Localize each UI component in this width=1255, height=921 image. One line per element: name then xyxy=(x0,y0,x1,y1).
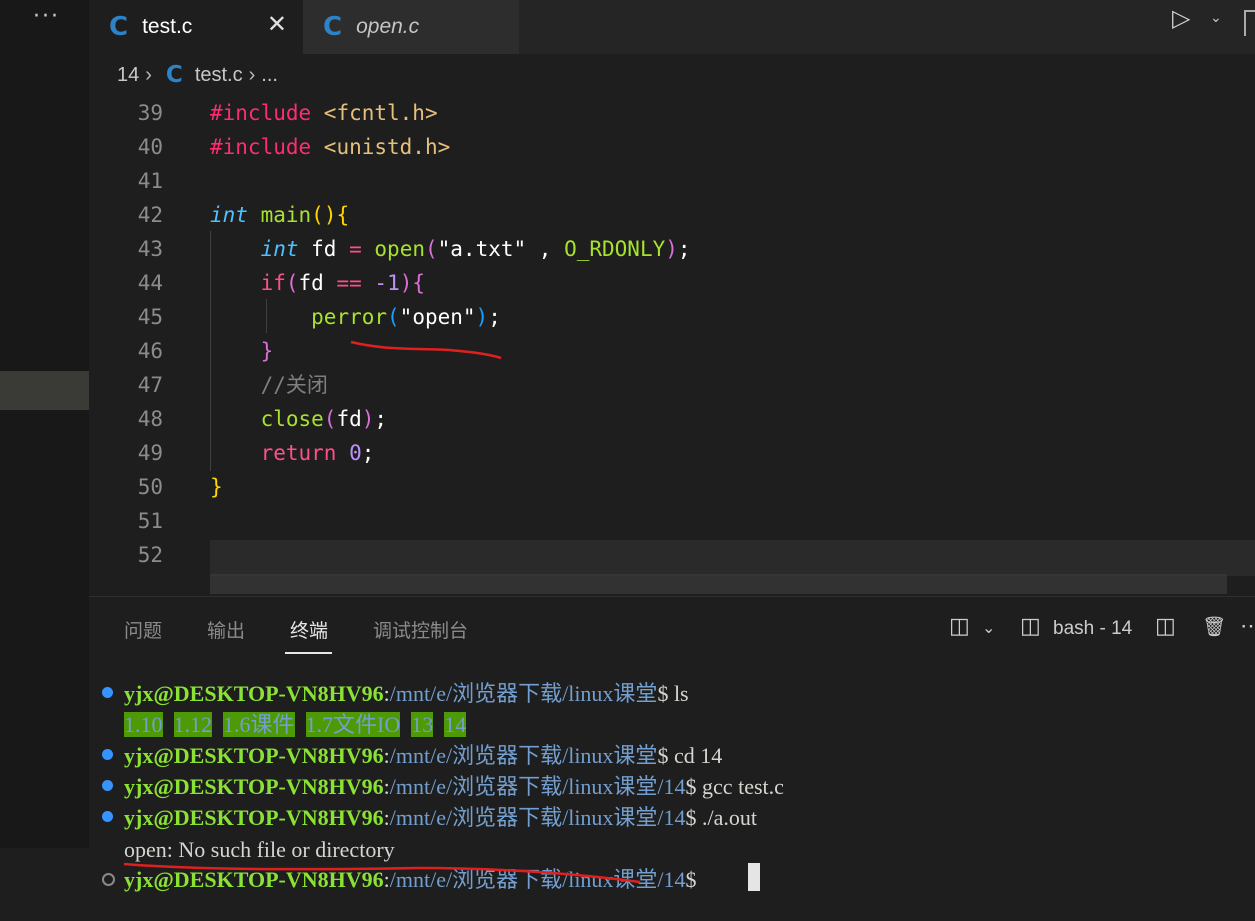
terminal-name[interactable]: bash - 14 xyxy=(1053,618,1132,640)
split-terminal-icon[interactable]: ◫ xyxy=(1155,613,1176,639)
code-editor[interactable]: 39 #include <fcntl.h> 40 #include <unistd.h… xyxy=(89,96,1255,596)
more-actions-icon[interactable]: ··· xyxy=(33,4,60,29)
terminal-text: $ xyxy=(685,867,703,892)
command-status-dot-icon[interactable] xyxy=(102,811,113,822)
c-file-icon: C xyxy=(165,62,183,88)
terminal-line: yjx@DESKTOP-VN8HV96:/mnt/e/浏览器下载/linux课堂… xyxy=(124,864,702,895)
terminal-text: yjx@DESKTOP-VN8HV96 xyxy=(124,805,384,830)
trash-icon[interactable]: 🗑 xyxy=(1202,615,1226,639)
close-icon[interactable]: ✕ xyxy=(267,10,287,38)
terminal-line: yjx@DESKTOP-VN8HV96:/mnt/e/浏览器下载/linux课堂… xyxy=(124,678,689,709)
horizontal-scrollbar[interactable] xyxy=(210,574,1227,594)
command-status-dot-icon[interactable] xyxy=(102,749,113,760)
terminal-text: $ cd 14 xyxy=(657,743,723,768)
command-status-dot-icon[interactable] xyxy=(102,873,115,886)
chevron-right-icon: › xyxy=(145,63,152,86)
c-file-icon: C xyxy=(109,12,129,42)
terminal-line: 1.10 1.12 1.6课件 1.7文件IO 13 14 xyxy=(124,709,467,740)
breadcrumb-symbol[interactable]: ... xyxy=(261,64,278,87)
run-debug-icon[interactable]: ▷ xyxy=(1172,4,1190,32)
layout-icon[interactable]: ◫ xyxy=(949,613,970,639)
terminal-text: yjx@DESKTOP-VN8HV96 xyxy=(124,743,384,768)
directory-entry: 13 xyxy=(411,712,434,737)
panel-left-gutter xyxy=(0,848,89,920)
tab-problems[interactable]: 问题 xyxy=(124,616,162,643)
tab-debug-console[interactable]: 调试控制台 xyxy=(373,616,468,643)
tab-output[interactable]: 输出 xyxy=(207,616,245,643)
tab-terminal[interactable]: 终端 xyxy=(290,616,328,643)
chevron-down-icon[interactable]: ⌄ xyxy=(1210,10,1222,26)
terminal-text: yjx@DESKTOP-VN8HV96 xyxy=(124,681,384,706)
breadcrumb: 14 › C test.c › ... xyxy=(89,54,1255,97)
terminal-line: open: No such file or directory xyxy=(124,834,395,865)
chevron-right-icon: › xyxy=(248,63,256,86)
terminal-text: $ ./a.out xyxy=(685,805,758,830)
more-icon[interactable]: ⋯ xyxy=(1240,613,1255,639)
terminal-text: /mnt/e/浏览器下载/linux课堂 xyxy=(389,743,658,768)
activity-strip xyxy=(0,0,89,920)
breadcrumb-folder[interactable]: 14 xyxy=(117,64,139,87)
directory-entry: 1.7文件IO xyxy=(305,712,401,737)
tab-label: test.c xyxy=(142,15,193,38)
activity-strip-highlight xyxy=(0,371,89,410)
red-underline-annotation xyxy=(350,340,502,360)
directory-entry: 14 xyxy=(444,712,467,737)
terminal-line: yjx@DESKTOP-VN8HV96:/mnt/e/浏览器下载/linux课堂… xyxy=(124,802,757,833)
command-status-dot-icon[interactable] xyxy=(102,780,113,791)
terminal-text: /mnt/e/浏览器下载/linux课堂/14 xyxy=(389,805,686,830)
tab-test-c[interactable]: C test.c ✕ xyxy=(89,0,303,54)
terminal-text: $ ls xyxy=(657,681,689,706)
terminal-text: open: No such file or directory xyxy=(124,837,395,862)
command-status-dot-icon[interactable] xyxy=(102,687,113,698)
directory-entry: 1.6课件 xyxy=(223,712,295,737)
terminal-text: /mnt/e/浏览器下载/linux课堂/14 xyxy=(389,867,686,892)
terminal-cursor xyxy=(748,863,760,891)
terminal-text: /mnt/e/浏览器下载/linux课堂/14 xyxy=(389,774,686,799)
c-file-icon: C xyxy=(323,12,343,42)
terminal-line: yjx@DESKTOP-VN8HV96:/mnt/e/浏览器下载/linux课堂… xyxy=(124,740,722,771)
active-tab-indicator xyxy=(285,652,332,654)
tab-open-c[interactable]: C open.c xyxy=(303,0,519,54)
terminal-text: /mnt/e/浏览器下载/linux课堂 xyxy=(389,681,658,706)
split-editor-icon[interactable] xyxy=(1244,10,1255,36)
chevron-down-icon[interactable]: ⌄ xyxy=(982,618,995,638)
directory-entry: 1.12 xyxy=(173,712,212,737)
terminal-line: yjx@DESKTOP-VN8HV96:/mnt/e/浏览器下载/linux课堂… xyxy=(124,771,784,802)
terminal-text: $ gcc test.c xyxy=(685,774,784,799)
directory-entry: 1.10 xyxy=(124,712,163,737)
terminal-icon[interactable]: ◫ xyxy=(1020,613,1041,639)
annotation-layer xyxy=(350,340,502,360)
breadcrumb-file[interactable]: test.c xyxy=(195,64,243,87)
tab-label: open.c xyxy=(356,15,420,38)
terminal-text: yjx@DESKTOP-VN8HV96 xyxy=(124,867,384,892)
terminal-text: yjx@DESKTOP-VN8HV96 xyxy=(124,774,384,799)
